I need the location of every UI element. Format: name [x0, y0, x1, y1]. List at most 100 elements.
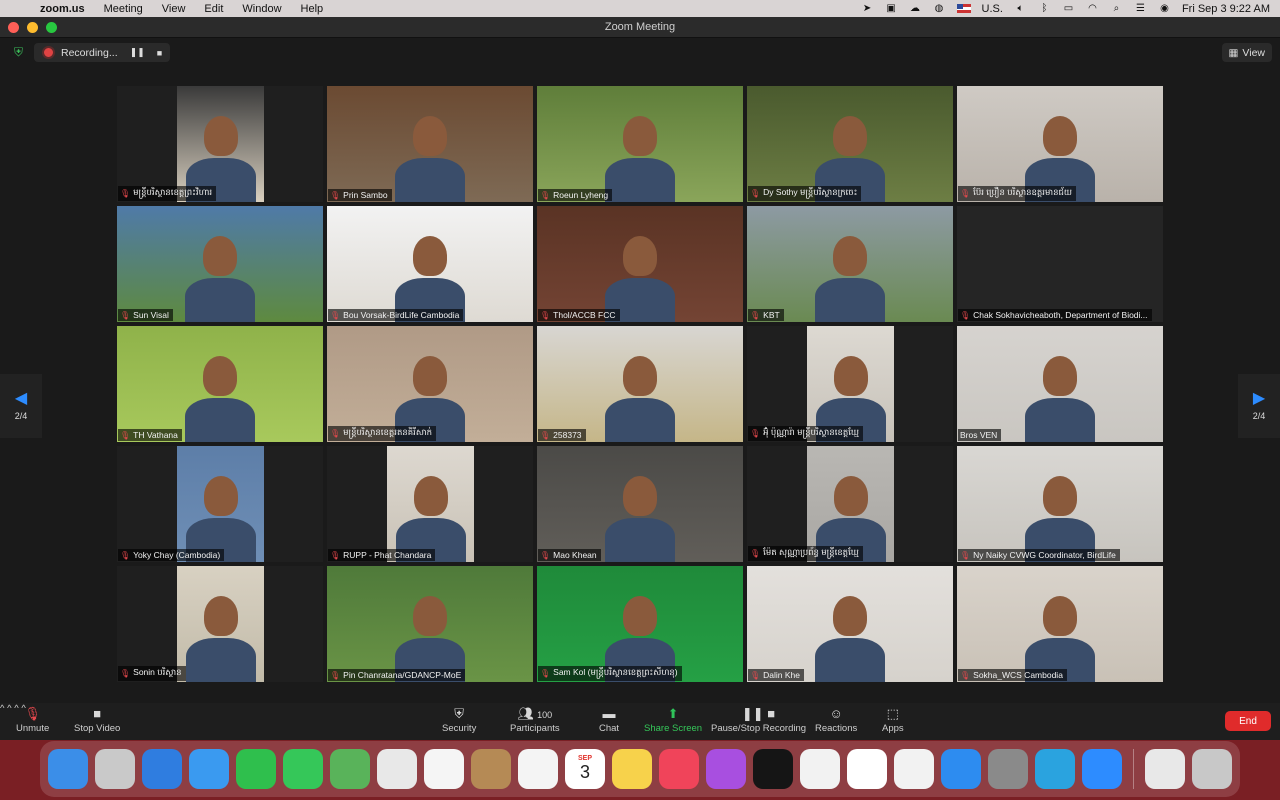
- news-icon[interactable]: [800, 749, 840, 789]
- participant-tile[interactable]: Bros VEN: [957, 326, 1163, 442]
- participant-tile[interactable]: 🎙︎ TH Vathana: [117, 326, 323, 442]
- input-source-label[interactable]: U.S.: [982, 3, 1003, 15]
- participant-tile[interactable]: 🎙︎ អ៊ុំ ប៉ុណ្ណារ៉ា មន្ត្រីបរិស្ថានខេត្តឃ្…: [747, 326, 953, 442]
- pause-recording-icon[interactable]: ❚❚: [130, 47, 145, 58]
- participants-icon: 👥︎ 100: [517, 706, 553, 721]
- participant-name: Sokha_WCS Cambodia: [973, 670, 1063, 680]
- security-button[interactable]: ⛨ Security: [442, 707, 476, 735]
- zoom-status-icon[interactable]: ▣: [885, 3, 898, 14]
- share-screen-button[interactable]: ⬆ Share Screen: [644, 707, 702, 735]
- previous-page-button[interactable]: ◀ 2/4: [0, 374, 42, 438]
- tv-icon[interactable]: [753, 749, 793, 789]
- participant-tile[interactable]: 🎙︎ Ny Naiky CVWG Coordinator, BirdLife: [957, 446, 1163, 562]
- participant-tile[interactable]: 🎙︎ Bou Vorsak-BirdLife Cambodia: [327, 206, 533, 322]
- audio-options-chevron-icon[interactable]: ^: [0, 703, 4, 714]
- participant-tile[interactable]: 🎙︎ Sun Visal: [117, 206, 323, 322]
- participant-tile[interactable]: 🎙︎ KBT: [747, 206, 953, 322]
- participant-tile[interactable]: 🎙︎ Sonin បរិស្ថាន: [117, 566, 323, 682]
- participant-tile[interactable]: 🎙︎ 258373: [537, 326, 743, 442]
- participant-tile[interactable]: 🎙︎ Prin Sambo: [327, 86, 533, 202]
- pause-stop-recording-button[interactable]: ❚❚ ■ Pause/Stop Recording: [711, 707, 806, 735]
- menu-app-name[interactable]: zoom.us: [40, 3, 85, 15]
- zoom-icon[interactable]: [1082, 749, 1122, 789]
- participant-video: [537, 206, 743, 322]
- safari-icon[interactable]: [142, 749, 182, 789]
- podcasts-icon[interactable]: [706, 749, 746, 789]
- participant-tile[interactable]: 🎙︎ Dy Sothy មន្ត្រីបរិស្ថានក្រចេះ: [747, 86, 953, 202]
- music-icon[interactable]: [659, 749, 699, 789]
- participant-name: Chak Sokhavicheaboth, Department of Biod…: [973, 310, 1148, 320]
- apps-button[interactable]: ⬚ Apps: [882, 707, 904, 735]
- next-page-button[interactable]: ▶ 2/4: [1238, 374, 1280, 438]
- participant-name-tag: 🎙︎ មន្ត្រីបរិស្ថានខេត្តព្រះវិហារ: [118, 186, 217, 201]
- participant-video: [537, 86, 743, 202]
- participant-tile[interactable]: 🎙︎ Sokha_WCS Cambodia: [957, 566, 1163, 682]
- reminders-icon[interactable]: [518, 749, 558, 789]
- creative-cloud-icon[interactable]: ☁: [909, 3, 922, 14]
- volume-icon[interactable]: 🔈︎: [1014, 3, 1027, 14]
- stop-video-button[interactable]: ■ Stop Video: [74, 707, 120, 735]
- app-store-icon[interactable]: [941, 749, 981, 789]
- video-options-chevron-icon[interactable]: ^: [7, 703, 11, 714]
- contacts-icon[interactable]: [471, 749, 511, 789]
- participant-head: [833, 116, 867, 156]
- menu-edit[interactable]: Edit: [204, 3, 223, 15]
- participant-tile[interactable]: 🎙︎ មន្ត្រីបរិស្ថានខេត្តរតនគិរីសាក់: [327, 326, 533, 442]
- participant-tile[interactable]: 🎙︎ ប៊ែរ ប្រឿន បរិស្ថានឧត្តរមានជ័យ: [957, 86, 1163, 202]
- participant-tile[interactable]: 🎙︎ Mao Khean: [537, 446, 743, 562]
- participant-video: [387, 446, 474, 562]
- launchpad-icon[interactable]: [95, 749, 135, 789]
- photos-icon[interactable]: [424, 749, 464, 789]
- battery-icon[interactable]: ▭: [1062, 3, 1075, 14]
- menubar-clock[interactable]: Fri Sep 3 9:22 AM: [1182, 3, 1270, 15]
- participant-tile[interactable]: 🎙︎ ម៉ែត សុណ្ណាប្រព័ន្ធ មន្ត្រីខេត្តឃ្មែ: [747, 446, 953, 562]
- chat-button[interactable]: ▬ Chat: [599, 707, 619, 735]
- siri-icon[interactable]: ◉: [1158, 3, 1171, 14]
- us-flag-icon[interactable]: [956, 4, 971, 13]
- encryption-shield-icon[interactable]: ⛨: [12, 45, 25, 59]
- reactions-button[interactable]: ☺ Reactions: [815, 707, 857, 735]
- spotlight-search-icon[interactable]: ⌕: [1110, 3, 1123, 14]
- macos-dock: SEP 3: [40, 741, 1240, 797]
- telegram-icon[interactable]: [1035, 749, 1075, 789]
- participant-tile[interactable]: 🎙︎ Sam Kol (មន្ត្រីបរិស្ថានខេត្តព្រះសីហនុ…: [537, 566, 743, 682]
- view-button[interactable]: ▦ View: [1221, 43, 1272, 62]
- menu-window[interactable]: Window: [242, 3, 281, 15]
- pages-icon[interactable]: [894, 749, 934, 789]
- wifi-icon[interactable]: ◠: [1086, 3, 1099, 14]
- stop-recording-icon[interactable]: ■: [157, 48, 162, 58]
- mail-icon[interactable]: [189, 749, 229, 789]
- preview-icon[interactable]: [1145, 749, 1185, 789]
- participant-name: មន្ត្រីបរិស្ថានខេត្តរតនគិរីសាក់: [343, 427, 433, 437]
- messages-icon[interactable]: [283, 749, 323, 789]
- menu-meeting[interactable]: Meeting: [104, 3, 143, 15]
- trash-icon[interactable]: [1192, 749, 1232, 789]
- finder-icon[interactable]: [48, 749, 88, 789]
- notes-icon[interactable]: [612, 749, 652, 789]
- participant-tile[interactable]: 🎙︎ Dalin Khe: [747, 566, 953, 682]
- participant-tile[interactable]: 🎙︎ Thol/ACCB FCC: [537, 206, 743, 322]
- participant-tile[interactable]: 🎙︎ RUPP - Phat Chandara: [327, 446, 533, 562]
- participant-tile[interactable]: 🎙︎ មន្ត្រីបរិស្ថានខេត្តព្រះវិហារ: [117, 86, 323, 202]
- maps-icon[interactable]: [330, 749, 370, 789]
- participant-tile[interactable]: 🎙︎ Chak Sokhavicheaboth, Department of Bi…: [957, 206, 1163, 322]
- participant-tile[interactable]: 🎙︎ Roeun Lyheng: [537, 86, 743, 202]
- control-center-icon[interactable]: ☰: [1134, 3, 1147, 14]
- system-preferences-icon[interactable]: [988, 749, 1028, 789]
- screenshot-icon[interactable]: [377, 749, 417, 789]
- menu-view[interactable]: View: [162, 3, 186, 15]
- participant-name: Bros VEN: [960, 430, 998, 440]
- globe-status-icon[interactable]: ◍: [933, 3, 946, 14]
- menu-help[interactable]: Help: [301, 3, 324, 15]
- navigation-status-icon[interactable]: ➤: [861, 3, 874, 14]
- participant-tile[interactable]: 🎙︎ Yoky Chay (Cambodia): [117, 446, 323, 562]
- calendar-icon[interactable]: SEP 3: [565, 749, 605, 789]
- participants-button[interactable]: 👥︎ 100 Participants: [510, 706, 560, 735]
- numbers-icon[interactable]: [847, 749, 887, 789]
- facetime-icon[interactable]: [236, 749, 276, 789]
- participant-body: [605, 158, 675, 202]
- end-meeting-button[interactable]: End: [1225, 711, 1271, 731]
- unmute-button[interactable]: 🎙︎ Unmute: [16, 707, 49, 735]
- participant-tile[interactable]: 🎙︎ Pin Chanratana/GDANCP-MoE: [327, 566, 533, 682]
- bluetooth-icon[interactable]: ᛒ: [1038, 3, 1051, 14]
